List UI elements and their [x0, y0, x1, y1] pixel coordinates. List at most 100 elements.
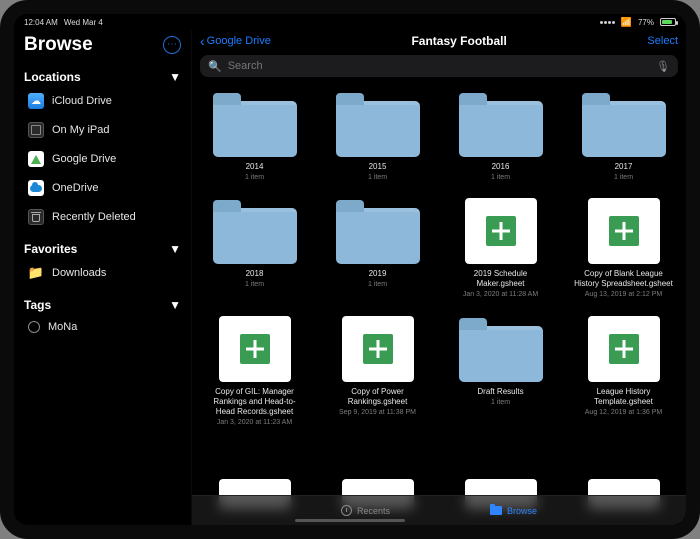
browse-icon: [490, 506, 502, 515]
folder-thumb: [334, 91, 422, 157]
folder-thumb: [457, 316, 545, 382]
recents-icon: [341, 505, 352, 516]
document-thumb: [334, 316, 422, 382]
file-name: Copy of Blank League History Spreadsheet…: [574, 269, 674, 289]
folder-icon: [213, 208, 297, 264]
file-item[interactable]: League History Template.gsheetAug 12, 20…: [571, 316, 676, 427]
tags-label: Tags: [24, 298, 51, 312]
file-name: 2017: [615, 162, 633, 172]
chevron-down-icon: ▼: [169, 298, 181, 312]
file-name: 2014: [246, 162, 264, 172]
folder-icon: 📁: [28, 265, 44, 281]
folder-icon: [459, 101, 543, 157]
tag-circle-icon: [28, 321, 40, 333]
locations-label: Locations: [24, 70, 81, 84]
wifi-icon: 📶: [621, 17, 632, 28]
folder-thumb: [334, 198, 422, 264]
sidebar-item-recently-deleted[interactable]: Recently Deleted: [18, 203, 187, 231]
search-bar[interactable]: 🔍 🎙: [200, 55, 678, 77]
file-item[interactable]: 2014 1 item: [202, 91, 307, 182]
onedrive-icon: [28, 180, 44, 196]
document-thumb: [580, 316, 668, 382]
tab-recents[interactable]: Recents: [341, 505, 390, 516]
folder-thumb: [211, 198, 299, 264]
file-meta: 1 item: [368, 281, 387, 289]
sidebar-section-locations: Locations ▼ ☁ iCloud Drive On My iPad Go…: [14, 62, 191, 234]
favorites-label: Favorites: [24, 242, 77, 256]
sidebar-item-label: Google Drive: [52, 153, 116, 165]
select-button[interactable]: Select: [647, 35, 678, 47]
search-input[interactable]: [228, 60, 650, 72]
gsheet-icon: [219, 316, 291, 382]
file-grid-scroll[interactable]: 20141 item20151 item20161 item20171 item…: [192, 83, 686, 525]
gsheet-icon: [465, 198, 537, 264]
dictate-icon[interactable]: 🎙: [656, 60, 670, 73]
file-meta: Jan 3, 2020 at 11:28 AM: [463, 291, 538, 299]
file-name: 2015: [369, 162, 387, 172]
sidebar-section-favorites: Favorites ▼ 📁 Downloads: [14, 234, 191, 290]
folder-icon: [336, 101, 420, 157]
search-icon: 🔍: [208, 60, 222, 73]
file-name: 2016: [492, 162, 510, 172]
sidebar-item-label: OneDrive: [52, 182, 98, 194]
file-name: Copy of Power Rankings.gsheet: [328, 387, 428, 407]
sidebar-item-tag-mona[interactable]: MoNa: [18, 315, 187, 339]
file-item[interactable]: 20161 item: [448, 91, 553, 182]
file-name: Copy of GIL: Manager Rankings and Head-t…: [205, 387, 305, 417]
icloud-icon: ☁: [28, 93, 44, 109]
file-item[interactable]: Draft Results 1 item: [448, 316, 553, 427]
chevron-down-icon: ▼: [169, 70, 181, 84]
folder-icon: [213, 101, 297, 157]
main-content: ‹ Google Drive Fantasy Football Select 🔍…: [192, 30, 686, 525]
sidebar-item-onedrive[interactable]: OneDrive: [18, 174, 187, 202]
folder-thumb: [580, 91, 668, 157]
document-thumb: [211, 316, 299, 382]
trash-icon: [28, 209, 44, 225]
file-item[interactable]: 20151 item: [325, 91, 430, 182]
file-grid: 20141 item20151 item20161 item20171 item…: [202, 91, 676, 509]
sidebar-more-icon[interactable]: ⋯: [163, 36, 181, 54]
sidebar-item-label: Downloads: [52, 267, 106, 279]
file-name: Draft Results: [477, 387, 523, 397]
signal-icon: [600, 21, 615, 24]
battery-pct: 77%: [638, 18, 654, 27]
file-meta: 1 item: [491, 399, 510, 407]
document-thumb: [580, 198, 668, 264]
file-item[interactable]: Copy of GIL: Manager Rankings and Head-t…: [202, 316, 307, 427]
gsheet-icon: [588, 198, 660, 264]
tags-header[interactable]: Tags ▼: [14, 292, 191, 314]
sidebar: Browse ⋯ Locations ▼ ☁ iCloud Drive On M…: [14, 30, 192, 525]
file-item[interactable]: 20171 item: [571, 91, 676, 182]
gsheet-icon: [342, 316, 414, 382]
folder-thumb: [457, 91, 545, 157]
home-indicator[interactable]: [295, 519, 405, 522]
sidebar-item-label: iCloud Drive: [52, 95, 112, 107]
folder-icon: [336, 208, 420, 264]
file-item[interactable]: 2019 1 item: [325, 198, 430, 299]
sidebar-item-icloud[interactable]: ☁ iCloud Drive: [18, 87, 187, 115]
ipad-icon: [28, 122, 44, 138]
sidebar-item-on-my-ipad[interactable]: On My iPad: [18, 116, 187, 144]
page-title: Fantasy Football: [277, 34, 642, 48]
file-item[interactable]: 2019 Schedule Maker.gsheet Jan 3, 2020 at…: [448, 198, 553, 299]
sidebar-item-google-drive[interactable]: Google Drive: [18, 145, 187, 173]
file-name: 2019: [369, 269, 387, 279]
file-name: 2019 Schedule Maker.gsheet: [451, 269, 551, 289]
folder-icon: [582, 101, 666, 157]
folder-icon: [459, 326, 543, 382]
file-meta: 1 item: [245, 174, 264, 182]
file-item[interactable]: 20181 item: [202, 198, 307, 299]
back-button[interactable]: ‹ Google Drive: [200, 33, 271, 49]
file-item[interactable]: Copy of Blank League History Spreadsheet…: [571, 198, 676, 299]
locations-header[interactable]: Locations ▼: [14, 64, 191, 86]
sidebar-section-tags: Tags ▼ MoNa: [14, 290, 191, 342]
chevron-down-icon: ▼: [169, 242, 181, 256]
file-meta: Sep 9, 2019 at 11:38 PM: [339, 409, 416, 417]
tab-browse[interactable]: Browse: [490, 506, 537, 516]
sidebar-title: Browse: [24, 34, 93, 56]
file-item[interactable]: Copy of Power Rankings.gsheet Sep 9, 2019…: [325, 316, 430, 427]
sidebar-item-downloads[interactable]: 📁 Downloads: [18, 259, 187, 287]
favorites-header[interactable]: Favorites ▼: [14, 236, 191, 258]
chevron-left-icon: ‹: [200, 33, 205, 49]
tab-label: Browse: [507, 506, 537, 516]
